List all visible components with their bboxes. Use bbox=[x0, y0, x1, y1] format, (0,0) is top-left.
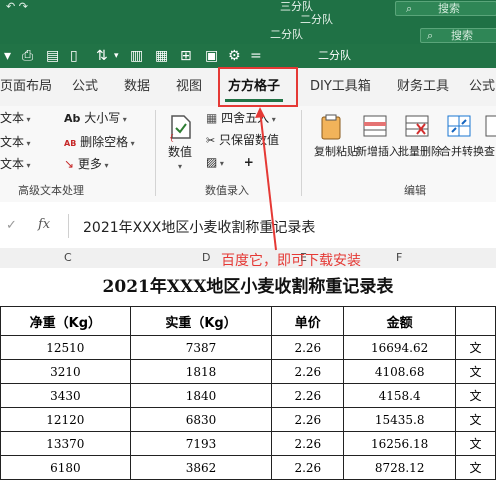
annotation-text: 百度它，即可下载安装 bbox=[221, 253, 361, 269]
annotation-arrow bbox=[255, 107, 277, 251]
